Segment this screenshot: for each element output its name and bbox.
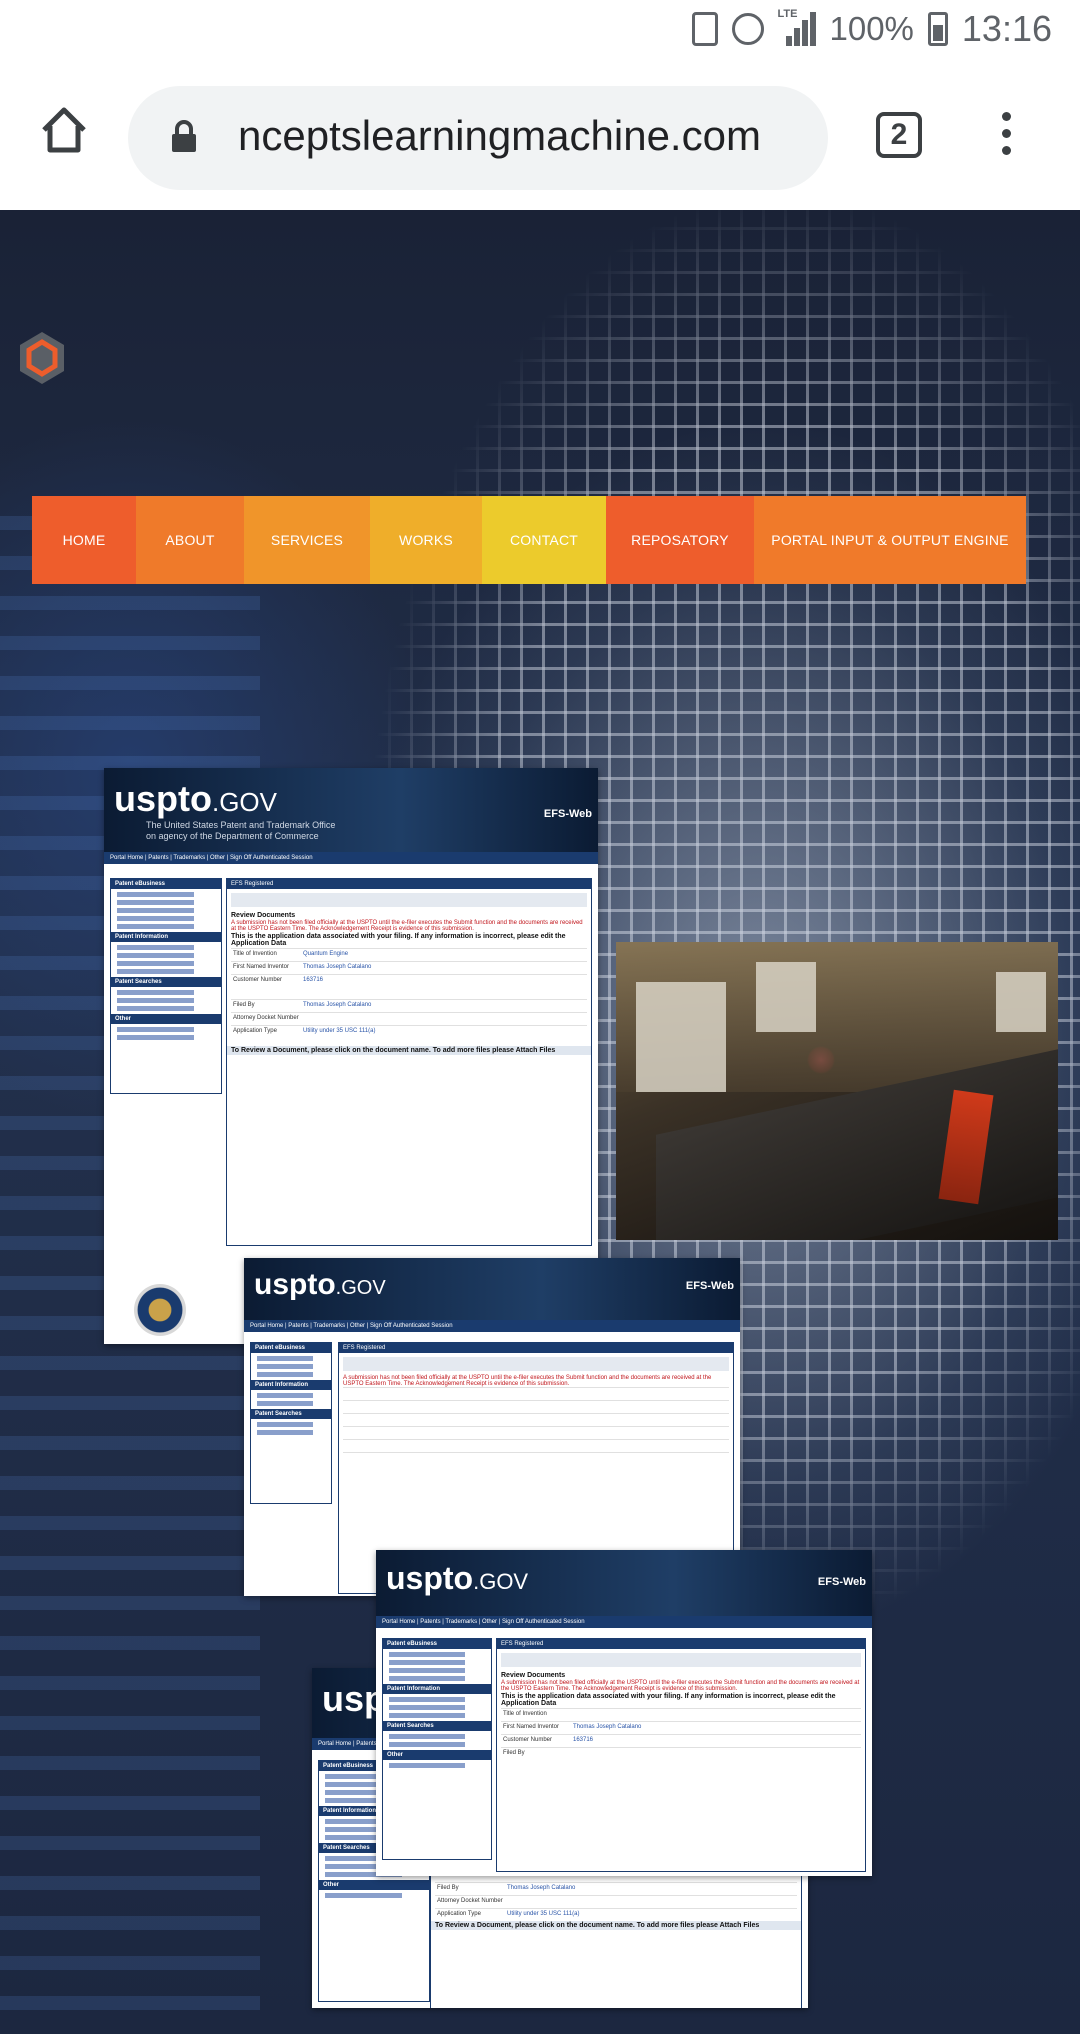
uspto-nav: Portal Home | Patents | Trademarks | Oth… xyxy=(244,1320,740,1332)
efs-web-label: EFS-Web xyxy=(543,808,592,820)
nav-works[interactable]: WORKS xyxy=(370,496,482,584)
uspto-sidebar: Patent eBusiness Patent Information Pate… xyxy=(250,1342,332,1504)
battery-percent: 100% xyxy=(829,10,914,47)
battery-icon xyxy=(927,12,948,46)
uspto-screenshot-2[interactable]: uspto.GOV EFS-Web Portal Home | Patents … xyxy=(244,1258,740,1596)
nav-home-label: HOME xyxy=(62,532,106,548)
status-icons: LTE 100% 13:16 xyxy=(691,8,1052,50)
nav-portal-engine-label: PORTAL INPUT & OUTPUT ENGINE xyxy=(771,532,1009,548)
home-icon[interactable] xyxy=(36,102,92,158)
intro-text: This is the application data associated … xyxy=(231,933,566,947)
uspto-logo: uspto.GOV xyxy=(114,778,277,819)
uspto-subtitle: The United States Patent and Trademark O… xyxy=(146,820,336,841)
status-bar: LTE 100% 13:16 xyxy=(0,0,1080,64)
field-row: Attorney Docket Number xyxy=(231,1012,587,1025)
uspto-header: uspto.GOV The United States Patent and T… xyxy=(104,768,598,852)
review-prompt: To Review a Document, please click on th… xyxy=(227,1046,591,1055)
uspto-header: uspto.GOV EFS-Web xyxy=(376,1550,872,1616)
tab-switcher-button[interactable]: 2 xyxy=(876,112,922,158)
sidebar-header: Patent eBusiness xyxy=(111,879,221,889)
uspto-logo: uspto.GOV xyxy=(386,1560,529,1596)
field-row: Application Type Utility under 35 USC 111… xyxy=(231,1025,587,1038)
vibrate-icon xyxy=(691,12,718,46)
nav-home[interactable]: HOME xyxy=(32,496,136,584)
nav-services-label: SERVICES xyxy=(270,532,344,548)
nav-portal-engine[interactable]: PORTAL INPUT & OUTPUT ENGINE xyxy=(754,496,1026,584)
hero-background: HOME ABOUT SERVICES WORKS CONTACT REPOSA… xyxy=(0,210,1080,2034)
sidebar-header: Patent Information xyxy=(111,932,221,942)
review-heading: Review Documents xyxy=(231,912,296,919)
uspto-nav: Portal Home | Patents | Trademarks | Oth… xyxy=(104,852,598,864)
alarm-icon xyxy=(731,13,764,45)
uspto-main-panel: EFS Registered Review Documents A submis… xyxy=(226,878,592,1246)
step-tabs xyxy=(231,893,587,907)
hexagon-logo-icon[interactable] xyxy=(12,328,72,388)
nav-about[interactable]: ABOUT xyxy=(136,496,244,584)
main-nav: HOME ABOUT SERVICES WORKS CONTACT REPOSA… xyxy=(32,496,1026,584)
efs-registered-bar: EFS Registered xyxy=(227,879,591,889)
uspto-seal xyxy=(134,1284,186,1336)
sidebar-header: Other xyxy=(111,1014,221,1024)
field-row: First Named Inventor Thomas Joseph Catala… xyxy=(231,961,587,974)
uspto-screenshot-4[interactable]: uspto.GOV EFS-Web Portal Home | Patents … xyxy=(376,1550,872,1876)
uspto-sidebar: Patent eBusiness Patent Information Pate… xyxy=(110,878,222,1094)
field-row: Title of Invention Quantum Engine xyxy=(231,948,587,961)
nav-services[interactable]: SERVICES xyxy=(244,496,370,584)
nav-reposatory-label: REPOSATORY xyxy=(631,532,729,548)
overflow-menu-icon[interactable] xyxy=(998,106,1014,166)
uspto-logo: uspto.GOV xyxy=(254,1268,386,1301)
url-text[interactable]: nceptslearningmachine.com xyxy=(238,112,761,160)
nav-works-label: WORKS xyxy=(399,532,453,548)
lab-equipment-photo[interactable] xyxy=(616,942,1058,1240)
address-bar[interactable]: nceptslearningmachine.com xyxy=(128,86,828,190)
lte-label: LTE xyxy=(777,8,798,20)
sidebar-header: Patent Searches xyxy=(111,977,221,987)
lock-icon xyxy=(172,120,196,152)
field-row: Filed By Thomas Joseph Catalano xyxy=(231,999,587,1012)
submission-warning: A submission has not been filed official… xyxy=(231,920,583,932)
field-row: Customer Number 163716 xyxy=(231,974,587,999)
clock: 13:16 xyxy=(961,8,1052,49)
uspto-header: uspto.GOV EFS-Web xyxy=(244,1258,740,1320)
efs-web-label: EFS-Web xyxy=(817,1576,866,1588)
nav-about-label: ABOUT xyxy=(165,532,215,548)
nav-reposatory[interactable]: REPOSATORY xyxy=(606,496,754,584)
nav-contact-label: CONTACT xyxy=(509,532,579,548)
efs-web-label: EFS-Web xyxy=(685,1280,734,1292)
nav-contact[interactable]: CONTACT xyxy=(482,496,606,584)
signal-icon: LTE xyxy=(778,8,816,46)
browser-toolbar: nceptslearningmachine.com 2 xyxy=(0,64,1080,210)
